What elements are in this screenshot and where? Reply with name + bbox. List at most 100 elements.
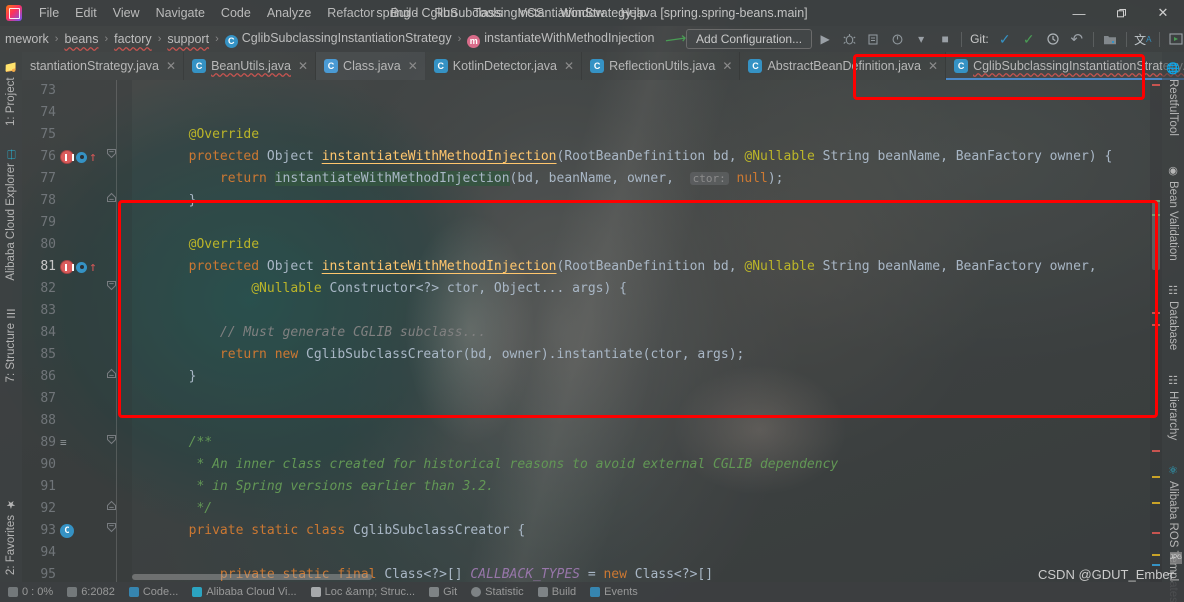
menu-code[interactable]: Code	[213, 3, 259, 23]
sidebar-item-favorites[interactable]: 2: Favorites ★	[0, 494, 22, 579]
code-line[interactable]: 75 @Override	[22, 124, 1162, 146]
code-folding-marker[interactable]	[104, 498, 118, 520]
code-line[interactable]: 78 }	[22, 190, 1162, 212]
code-line[interactable]: 87	[22, 388, 1162, 410]
code-line-text[interactable]: // Must generate CGLIB subclass...	[118, 322, 486, 344]
menu-tools[interactable]: Tools	[465, 3, 510, 23]
profile-button[interactable]	[886, 29, 908, 49]
close-icon[interactable]: ✕	[408, 59, 418, 73]
menu-run[interactable]: Run	[426, 3, 465, 23]
code-line-text[interactable]: @Override	[118, 124, 259, 146]
run-configuration-selector[interactable]: Add Configuration...	[686, 29, 813, 49]
git-history-icon[interactable]	[1042, 29, 1064, 49]
breakpoint-icon[interactable]	[60, 150, 74, 164]
code-line-text[interactable]: }	[118, 366, 197, 388]
overriding-method-icon[interactable]	[76, 151, 87, 163]
status-item-code[interactable]: Code...	[128, 586, 178, 598]
code-content[interactable]: 73 74 75 @Override 76 ↑ protected Object i…	[22, 80, 1162, 582]
code-line[interactable]: 91 * in Spring versions earlier than 3.2…	[22, 476, 1162, 498]
gutter-icons[interactable]: ↑	[56, 260, 104, 274]
code-folding-marker[interactable]	[104, 278, 118, 300]
code-line[interactable]: 85 return new CglibSubclassCreator(bd, o…	[22, 344, 1162, 366]
warning-marker[interactable]	[1152, 554, 1160, 556]
sidebar-item-bean-validation[interactable]: ◉ Bean Validation	[1162, 160, 1184, 265]
code-folding-marker[interactable]	[104, 146, 118, 168]
implementing-method-arrow-icon[interactable]: ↑	[89, 151, 97, 164]
editor-tab-abstractbeandefinition[interactable]: C AbstractBeanDefinition.java ✕	[740, 52, 947, 80]
code-folding-marker[interactable]	[104, 432, 118, 454]
breadcrumb-item-beans[interactable]: beans	[61, 31, 101, 47]
code-line[interactable]: 94	[22, 542, 1162, 564]
error-marker[interactable]	[1152, 450, 1160, 452]
code-line-text[interactable]: @Nullable Constructor<?> ctor, Object...…	[118, 278, 627, 300]
sidebar-item-project[interactable]: 1: Project 📁	[0, 56, 22, 130]
close-button[interactable]: ✕	[1142, 0, 1184, 26]
code-line-text[interactable]: protected Object instantiateWithMethodIn…	[118, 146, 1113, 168]
code-line[interactable]: 92 */	[22, 498, 1162, 520]
status-item-caret-position[interactable]: 6:2082	[67, 586, 115, 598]
editor-tab-reflectionutils[interactable]: C ReflectionUtils.java ✕	[582, 52, 741, 80]
run-button[interactable]: ▶	[814, 29, 836, 49]
status-item-statistic[interactable]: Statistic	[471, 586, 524, 598]
code-folding-marker[interactable]	[104, 520, 118, 542]
code-line[interactable]: 93 C private static class CglibSubclassCr…	[22, 520, 1162, 542]
code-line[interactable]: 88	[22, 410, 1162, 432]
code-line-text[interactable]: return new CglibSubclassCreator(bd, owne…	[118, 344, 744, 366]
sidebar-item-structure[interactable]: 7: Structure ☰	[0, 302, 22, 386]
breadcrumb-item-method[interactable]: m instantiateWithMethodInjection	[464, 30, 657, 49]
menu-file[interactable]: File	[31, 3, 67, 23]
menu-help[interactable]: Help	[613, 3, 655, 23]
code-line[interactable]: 84 // Must generate CGLIB subclass...	[22, 322, 1162, 344]
editor-tab-kotlindetector[interactable]: C KotlinDetector.java ✕	[426, 52, 583, 80]
overriding-method-icon[interactable]	[76, 261, 87, 273]
status-item-alibaba-cloud[interactable]: Alibaba Cloud Vi...	[192, 586, 297, 598]
code-line-text[interactable]	[118, 80, 134, 102]
code-line-text[interactable]: protected Object instantiateWithMethodIn…	[118, 256, 1097, 278]
breadcrumb-item-framework[interactable]: mework	[2, 31, 52, 47]
error-marker[interactable]	[1152, 532, 1160, 534]
preview-icon[interactable]	[1165, 29, 1184, 49]
breadcrumb-item-factory[interactable]: factory	[111, 31, 155, 47]
class-marker-icon[interactable]: C	[60, 524, 74, 538]
menu-view[interactable]: View	[105, 3, 148, 23]
code-line-text[interactable]	[118, 542, 134, 564]
code-folding-marker[interactable]	[104, 366, 118, 388]
close-icon[interactable]: ✕	[166, 59, 176, 73]
breadcrumb-item-class[interactable]: C CglibSubclassingInstantiationStrategy	[222, 30, 455, 49]
code-line[interactable]: 90 * An inner class created for historic…	[22, 454, 1162, 476]
code-line[interactable]: 81 ↑ protected Object instantiateWithMeth…	[22, 256, 1162, 278]
close-icon[interactable]: ✕	[928, 59, 938, 73]
code-folding-marker[interactable]	[104, 190, 118, 212]
code-line-text[interactable]: * An inner class created for historical …	[118, 454, 838, 476]
chevron-down-icon[interactable]: ▾	[910, 29, 932, 49]
editor-tab-beanutils[interactable]: C BeanUtils.java ✕	[184, 52, 317, 80]
code-line[interactable]: 77 return instantiateWithMethodInjection…	[22, 168, 1162, 190]
status-item-events[interactable]: Events	[590, 586, 638, 598]
menu-navigate[interactable]: Navigate	[148, 3, 213, 23]
close-icon[interactable]: ✕	[564, 59, 574, 73]
run-with-coverage-button[interactable]	[862, 29, 884, 49]
implementing-method-arrow-icon[interactable]: ↑	[89, 261, 97, 274]
code-line-text[interactable]	[118, 410, 134, 432]
code-line[interactable]: 74	[22, 102, 1162, 124]
gutter-icons[interactable]: ≡	[56, 432, 104, 454]
debug-button[interactable]	[838, 29, 860, 49]
minimize-button[interactable]: —	[1058, 0, 1100, 26]
editor-horizontal-scrollbar[interactable]	[132, 574, 372, 580]
close-icon[interactable]: ✕	[298, 59, 308, 73]
code-line-text[interactable]: }	[118, 190, 197, 212]
code-line[interactable]: 80 @Override	[22, 234, 1162, 256]
menu-edit[interactable]: Edit	[67, 3, 105, 23]
menu-analyze[interactable]: Analyze	[259, 3, 319, 23]
code-line[interactable]: 86 }	[22, 366, 1162, 388]
editor-scrollbar-thumb[interactable]	[1152, 200, 1160, 270]
code-line-text[interactable]	[118, 300, 134, 322]
breadcrumb-item-support[interactable]: support	[164, 31, 212, 47]
info-marker[interactable]	[1152, 564, 1160, 566]
code-line-text[interactable]: private static class CglibSubclassCreato…	[118, 520, 526, 542]
git-rollback-icon[interactable]: ↶	[1066, 29, 1088, 49]
breakpoint-icon[interactable]	[60, 260, 74, 274]
editor-tab-instantiationstrategy[interactable]: stantiationStrategy.java ✕	[22, 52, 185, 80]
sidebar-item-database[interactable]: ☷ Database	[1162, 280, 1184, 354]
sidebar-item-alibaba-cloud-explorer[interactable]: Alibaba Cloud Explorer ⎅	[0, 144, 22, 285]
